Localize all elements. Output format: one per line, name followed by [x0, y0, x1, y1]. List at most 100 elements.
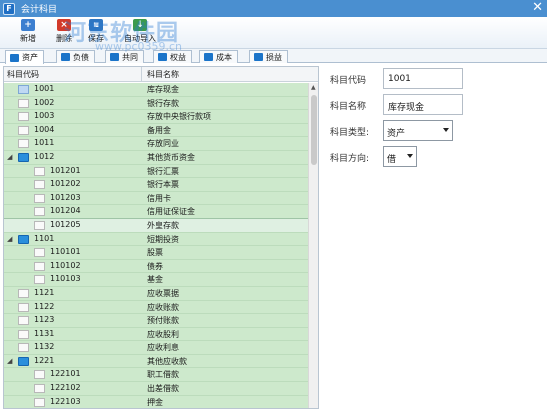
tree-row[interactable]: 110102 债券	[4, 259, 308, 274]
account-name: 外皇存款	[147, 220, 179, 230]
tree-row[interactable]: 1123 预付账款	[4, 314, 308, 328]
tree-row[interactable]: 1121 应收票据	[4, 286, 308, 301]
document-icon	[34, 207, 45, 217]
tree-row[interactable]: 122101 职工借款	[4, 368, 308, 383]
tab-liabilities[interactable]: 负债	[56, 50, 95, 63]
save-label: 保存	[88, 34, 104, 43]
account-code: 110103	[50, 274, 81, 284]
document-icon	[34, 220, 45, 230]
tree-row[interactable]: 1131 应收股利	[4, 327, 308, 342]
account-code: 1101	[34, 233, 55, 243]
account-code: 1002	[34, 97, 55, 107]
tree-row[interactable]: 122102 出差借款	[4, 382, 308, 396]
account-code: 1123	[34, 315, 55, 325]
account-name: 信用证保证金	[147, 207, 195, 217]
account-name: 出差借款	[147, 384, 179, 394]
account-code: 101203	[50, 192, 81, 202]
direction-select[interactable]: 借	[383, 146, 417, 167]
account-name: 债券	[147, 261, 163, 271]
account-name: 信用卡	[147, 193, 171, 203]
delete-button[interactable]: × 删除	[46, 19, 82, 44]
folder-icon	[18, 152, 29, 162]
account-name: 存放同业	[147, 139, 179, 149]
tree-row[interactable]: 1001 库存现金	[4, 83, 308, 97]
tree-row[interactable]: 1122 应收账款	[4, 300, 308, 315]
column-divider[interactable]	[141, 67, 142, 82]
folder-icon	[18, 234, 29, 244]
delete-icon: ×	[57, 19, 71, 31]
account-name: 基金	[147, 275, 163, 285]
account-code: 122102	[50, 383, 81, 393]
account-tree: 科目代码 科目名称 1001 库存现金 1002 银行存款 1003 存放中央银行款项 10…	[3, 66, 319, 409]
tree-row[interactable]: ◢ 1221 其他应收款	[4, 354, 308, 369]
tab-profit-loss[interactable]: 损益	[249, 50, 288, 63]
account-name: 预付账款	[147, 316, 179, 326]
account-name: 其他应收款	[147, 356, 187, 366]
new-button[interactable]: + 新增	[10, 19, 46, 44]
tree-row[interactable]: 122103 押金	[4, 395, 308, 408]
tab-common[interactable]: 共同	[105, 50, 144, 63]
save-button[interactable]: ▪ 保存	[78, 19, 114, 44]
tree-row[interactable]: 101202 银行本票	[4, 178, 308, 192]
tab-icon	[204, 53, 213, 61]
account-code: 1121	[34, 287, 55, 297]
tree-row[interactable]: 110103 基金	[4, 273, 308, 287]
tree-row[interactable]: 1002 银行存款	[4, 96, 308, 111]
tree-row[interactable]: 101201 银行汇票	[4, 164, 308, 179]
document-icon	[34, 180, 45, 190]
code-label: 科目代码	[330, 76, 367, 86]
scroll-up-icon[interactable]: ▲	[311, 84, 316, 91]
document-icon	[34, 275, 45, 285]
type-value: 资产	[387, 129, 406, 139]
collapse-arrow-icon[interactable]: ◢	[7, 357, 12, 365]
tree-row[interactable]: 110101 股票	[4, 246, 308, 260]
scrollbar-thumb[interactable]	[311, 95, 317, 165]
tree-row[interactable]: 1003 存放中央银行款项	[4, 110, 308, 124]
tree-row[interactable]: 101203 信用卡	[4, 191, 308, 206]
document-icon	[34, 370, 45, 380]
name-field[interactable]: 库存现金	[383, 94, 463, 115]
new-label: 新增	[20, 34, 36, 43]
tree-row[interactable]: ◢ 1101 短期投资	[4, 232, 308, 247]
collapse-arrow-icon[interactable]: ◢	[7, 235, 12, 243]
tab-label: 权益	[170, 52, 186, 62]
account-code: 1003	[34, 111, 55, 121]
close-icon[interactable]: ✕	[532, 1, 543, 15]
save-icon: ▪	[89, 19, 103, 31]
app-icon: F	[3, 2, 15, 15]
auto-import-button[interactable]: ↓ 自动导入	[116, 19, 164, 44]
tree-row[interactable]: 1011 存放同业	[4, 137, 308, 151]
tree-row[interactable]: 101204 信用证保证金	[4, 205, 308, 219]
new-icon: +	[21, 19, 35, 31]
tab-label: 损益	[266, 52, 282, 62]
tree-row[interactable]: 1132 应收利息	[4, 341, 308, 355]
tree-scrollbar[interactable]: ▲	[308, 83, 318, 408]
tree-row[interactable]: 1004 备用金	[4, 123, 308, 138]
column-header-code[interactable]: 科目代码	[7, 69, 39, 80]
tree-row[interactable]: ◢ 1012 其他货币资金	[4, 150, 308, 165]
account-code: 110102	[50, 260, 81, 270]
account-code: 101204	[50, 206, 81, 216]
account-code: 101205	[50, 219, 81, 229]
code-field[interactable]: 1001	[383, 68, 463, 89]
account-name: 股票	[147, 248, 163, 258]
account-tabs: 资产 负债 共同 权益 成本 损益	[0, 49, 547, 64]
collapse-arrow-icon[interactable]: ◢	[7, 153, 12, 161]
tree-row[interactable]: 101205 外皇存款	[4, 217, 308, 234]
tab-assets[interactable]: 资产	[5, 50, 44, 64]
account-code: 1011	[34, 138, 55, 148]
tab-label: 资产	[22, 53, 38, 62]
document-icon	[34, 384, 45, 394]
tab-cost[interactable]: 成本	[199, 50, 238, 63]
account-name: 银行本票	[147, 180, 179, 190]
column-header-name[interactable]: 科目名称	[147, 69, 179, 80]
document-icon	[18, 288, 29, 298]
document-icon	[18, 343, 29, 353]
type-select[interactable]: 资产	[383, 120, 453, 141]
account-name: 其他货币资金	[147, 152, 195, 162]
account-name: 应收账款	[147, 302, 179, 312]
account-name: 应收利息	[147, 343, 179, 353]
account-name: 备用金	[147, 125, 171, 135]
tab-equity[interactable]: 权益	[153, 50, 192, 63]
document-icon	[34, 193, 45, 203]
